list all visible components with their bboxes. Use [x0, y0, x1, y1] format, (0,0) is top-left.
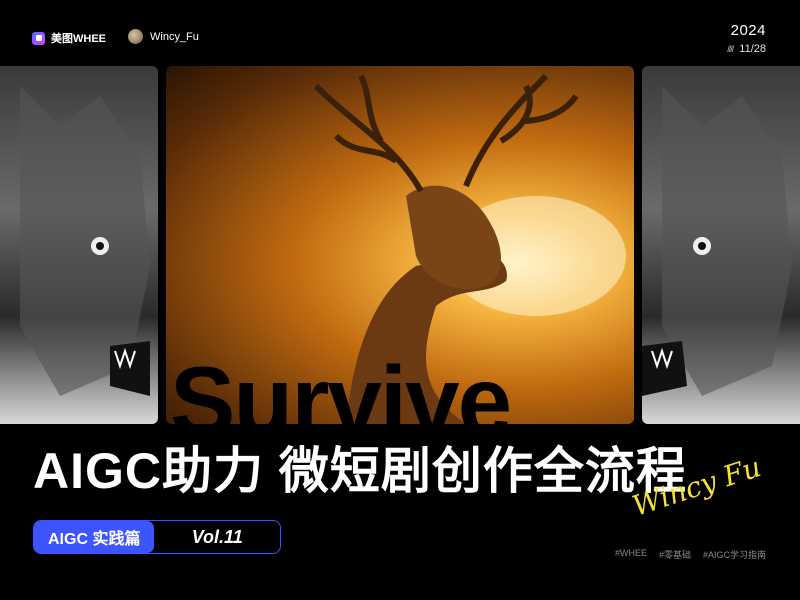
wolf-image-left	[0, 66, 158, 424]
date-day: 11/28	[739, 43, 766, 55]
hashtag[interactable]: #零基础	[659, 548, 691, 561]
brand-name: 美图WHEE	[51, 33, 106, 45]
headline: AIGC助力 微短剧创作全流程	[33, 443, 687, 499]
series-tag: AIGC 实践篇	[34, 521, 155, 553]
brand[interactable]: 美图WHEE	[32, 30, 106, 46]
date-block: 2024 //// 11/28	[727, 22, 766, 55]
series-badge[interactable]: AIGC 实践篇 Vol.11	[33, 520, 281, 554]
hashtag[interactable]: #AIGC学习指南	[703, 548, 766, 561]
avatar	[128, 29, 143, 44]
wolf-right-illustration	[642, 86, 792, 396]
survive-overlay-text: Survive	[170, 346, 512, 456]
wolf-image-right	[642, 66, 800, 424]
author-name: Wincy_Fu	[150, 30, 199, 43]
date-year: 2024	[730, 22, 766, 39]
series-volume: Vol.11	[191, 526, 243, 547]
wolf-left-illustration	[20, 86, 150, 396]
date-day-row: //// 11/28	[727, 43, 766, 55]
hashtag[interactable]: #WHEE	[615, 548, 647, 561]
hashtag-list: #WHEE #零基础 #AIGC学习指南	[615, 548, 766, 561]
slashes-decor: ////	[727, 44, 734, 54]
whee-logo-icon	[32, 31, 45, 45]
top-bar: 美图WHEE Wincy_Fu 2024 //// 11/28	[0, 0, 800, 66]
author[interactable]: Wincy_Fu	[128, 29, 199, 44]
